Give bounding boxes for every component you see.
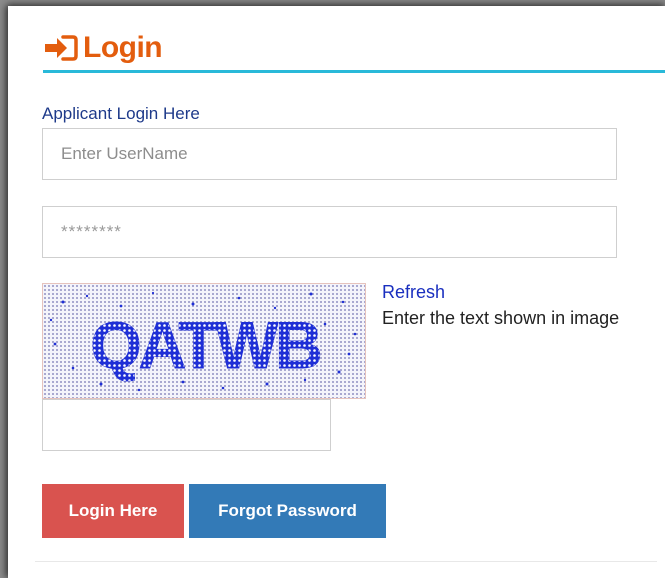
login-button[interactable]: Login Here xyxy=(42,484,184,538)
window-frame: Login Applicant Login Here Enter UserNam… xyxy=(0,0,665,578)
section-label: Applicant Login Here xyxy=(42,104,200,123)
username-input[interactable] xyxy=(42,128,617,180)
sign-in-icon xyxy=(43,33,79,63)
captcha-hint: Enter the text shown in image xyxy=(382,308,620,328)
page-title: Login xyxy=(83,31,163,64)
captcha-image: QATWB QATWB xyxy=(42,283,366,399)
password-input[interactable] xyxy=(42,206,617,258)
captcha-input[interactable] xyxy=(42,399,331,451)
captcha-refresh-link[interactable]: Refresh xyxy=(382,282,445,303)
login-header: Login xyxy=(43,28,163,68)
captcha-text-texture: QATWB xyxy=(90,308,320,382)
forgot-password-button[interactable]: Forgot Password xyxy=(189,484,386,538)
header-divider xyxy=(43,70,665,73)
bottom-divider xyxy=(35,561,657,562)
